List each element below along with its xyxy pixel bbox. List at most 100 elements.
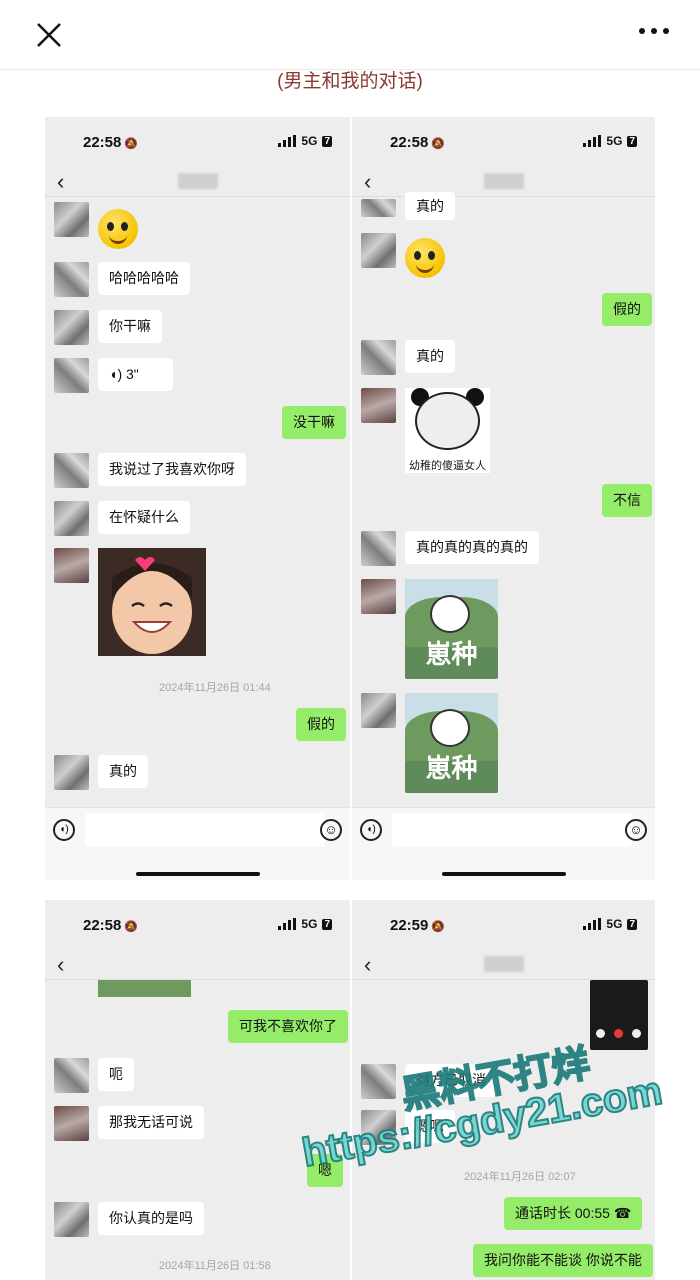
emoji-icon[interactable]: ☺ — [625, 819, 647, 841]
chat-screenshot-2: 22:58 🔕 5G 7 ‹ 真的 假的 真的 幼稚的傻逼女人 不信 真的真的真的真… — [352, 117, 655, 880]
message-received: 真的 — [405, 340, 455, 373]
contact-name-redacted — [177, 173, 218, 189]
voice-input-icon[interactable]: ◖) — [53, 819, 75, 841]
sticker-text: 崽种 — [425, 753, 478, 783]
avatar[interactable] — [54, 262, 89, 297]
video-call-thumbnail[interactable] — [590, 980, 648, 1050]
avatar[interactable] — [54, 501, 89, 536]
message-sent: 假的 — [602, 293, 652, 326]
status-time: 22:58 — [83, 134, 122, 151]
avatar[interactable] — [54, 1202, 89, 1237]
avatar[interactable] — [361, 233, 396, 268]
chat-header: ‹ — [45, 950, 350, 980]
status-time: 22:59 — [390, 917, 429, 934]
timestamp: 2024年11月26日 01:44 — [159, 682, 271, 694]
voice-icon: ◖) — [109, 366, 123, 382]
battery-icon: 7 — [627, 135, 637, 147]
page-caption: (男主和我的对话) — [277, 71, 423, 92]
back-icon[interactable]: ‹ — [57, 169, 64, 195]
child-face-image — [98, 548, 206, 656]
call-duration-message[interactable]: 通话时长 00:55 ☎ — [504, 1197, 643, 1230]
network-label: 5G — [606, 134, 623, 148]
voice-input-icon[interactable]: ◖) — [360, 819, 382, 841]
status-time: 22:58 — [83, 917, 122, 934]
back-icon[interactable]: ‹ — [364, 169, 371, 195]
mute-icon: 🔕 — [431, 138, 446, 150]
message-input[interactable] — [392, 813, 632, 847]
avatar[interactable] — [54, 310, 89, 345]
home-indicator — [441, 872, 566, 876]
message-sent: 假的 — [296, 708, 346, 741]
avatar[interactable] — [54, 453, 89, 488]
sticker-text: 崽种 — [425, 639, 478, 669]
status-bar: 22:58 🔕 5G 7 — [45, 900, 350, 950]
battery-icon: 7 — [627, 918, 637, 930]
network-label: 5G — [606, 917, 623, 931]
bunny-sticker-cropped — [98, 980, 191, 997]
avatar[interactable] — [54, 755, 89, 790]
contact-name-redacted — [483, 956, 524, 972]
bunny-sticker[interactable]: 崽种 — [405, 579, 498, 679]
network-label: 5G — [301, 917, 318, 931]
status-bar: 22:58 🔕 5G 7 — [45, 117, 350, 167]
chat-header: ‹ — [352, 167, 655, 197]
avatar[interactable] — [361, 388, 396, 423]
more-icon[interactable] — [634, 18, 674, 44]
voice-duration: 3" — [126, 366, 139, 382]
signal-icon — [278, 135, 297, 147]
avatar[interactable] — [361, 1064, 396, 1099]
voice-message[interactable]: ◖) 3" — [98, 358, 173, 391]
message-received: 真的真的真的真的 — [405, 531, 539, 564]
avatar[interactable] — [361, 531, 396, 566]
panda-meme-sticker[interactable]: 幼稚的傻逼女人 — [405, 388, 490, 473]
message-received: 你认真的是吗 — [98, 1202, 204, 1235]
message-input[interactable] — [85, 813, 325, 847]
avatar[interactable] — [54, 548, 89, 583]
input-bar: ◖) ☺ — [45, 807, 350, 880]
message-received: 呃 — [98, 1058, 134, 1091]
chat-screenshot-3: 22:58 🔕 5G 7 ‹ 可我不喜欢你了 呃 那我无话可说 嗯 你认真的是吗 2… — [45, 900, 350, 1280]
input-bar: ◖) ☺ — [352, 807, 655, 880]
signal-icon — [583, 135, 602, 147]
avatar[interactable] — [54, 358, 89, 393]
message-sent: 可我不喜欢你了 — [228, 1010, 348, 1043]
avatar[interactable] — [361, 199, 396, 217]
avatar[interactable] — [361, 693, 396, 728]
contact-name-redacted — [483, 173, 524, 189]
child-photo-sticker[interactable] — [98, 548, 206, 656]
message-sent: 没干嘛 — [282, 406, 346, 439]
message-received: 你干嘛 — [98, 310, 162, 343]
avatar[interactable] — [361, 579, 396, 614]
top-bar — [0, 0, 700, 70]
bunny-sticker[interactable]: 崽种 — [405, 693, 498, 793]
battery-icon: 7 — [322, 135, 332, 147]
phone-icon: ☎ — [613, 1205, 632, 1221]
signal-icon — [583, 918, 602, 930]
avatar[interactable] — [54, 202, 89, 237]
grin-emoji-sticker — [98, 209, 138, 249]
timestamp: 2024年11月26日 02:07 — [464, 1171, 576, 1183]
message-sent: 我问你能不能谈 你说不能 — [473, 1244, 653, 1277]
message-received: 哈哈哈哈哈 — [98, 262, 190, 295]
mute-icon: 🔕 — [124, 921, 139, 933]
message-received: 我说过了我喜欢你呀 — [98, 453, 246, 486]
avatar[interactable] — [361, 340, 396, 375]
avatar[interactable] — [54, 1106, 89, 1141]
message-received: 真的 — [405, 192, 455, 220]
back-icon[interactable]: ‹ — [364, 952, 371, 978]
status-bar: 22:59 🔕 5G 7 — [352, 900, 655, 950]
timestamp: 2024年11月26日 01:58 — [159, 1260, 271, 1272]
battery-icon: 7 — [322, 918, 332, 930]
back-icon[interactable]: ‹ — [57, 952, 64, 978]
close-icon[interactable] — [28, 14, 68, 54]
home-indicator — [135, 872, 260, 876]
emoji-icon[interactable]: ☺ — [320, 819, 342, 841]
sticker-caption: 幼稚的傻逼女人 — [409, 460, 486, 472]
chat-screenshot-1: 22:58 🔕 5G 7 ‹ 哈哈哈哈哈 你干嘛 ◖) 3" 没干嘛 我说过了我喜欢… — [45, 117, 350, 880]
mute-icon: 🔕 — [431, 921, 446, 933]
avatar[interactable] — [54, 1058, 89, 1093]
message-received: 那我无话可说 — [98, 1106, 204, 1139]
chat-header: ‹ — [352, 950, 655, 980]
chat-header: ‹ — [45, 167, 350, 197]
mute-icon: 🔕 — [124, 138, 139, 150]
